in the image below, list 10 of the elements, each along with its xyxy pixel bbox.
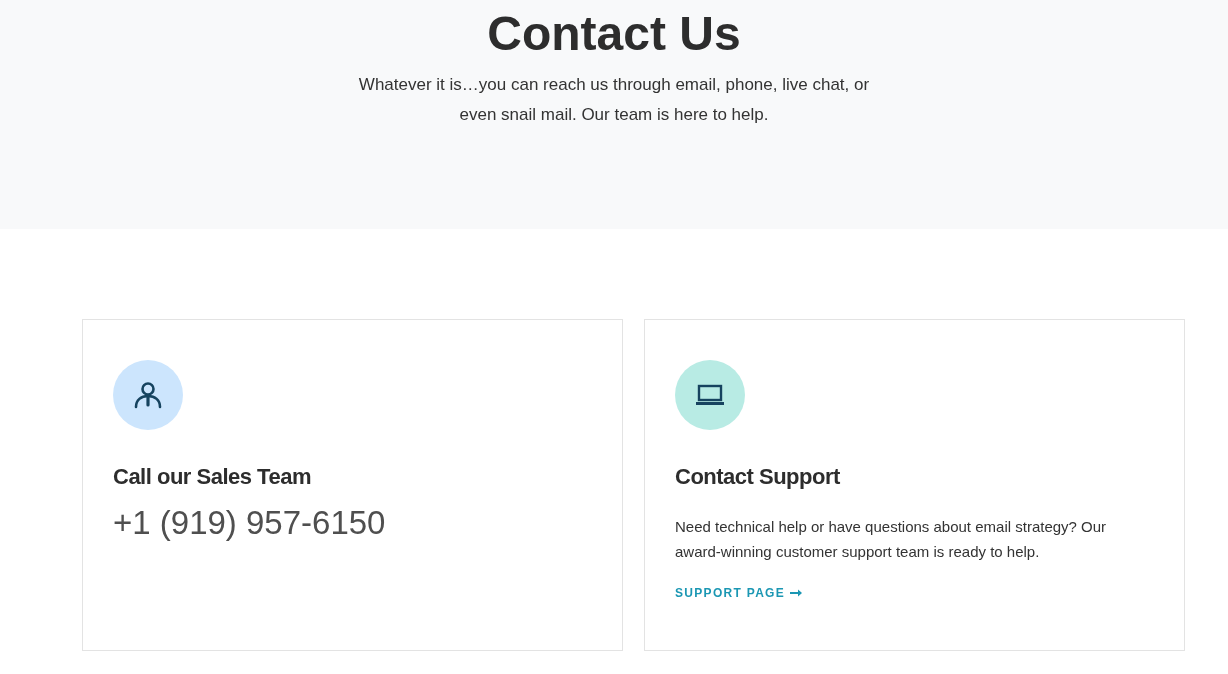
page-subtitle: Whatever it is…you can reach us through email, phone, live chat, or even snail mail. Our team is here to help. [357,74,871,126]
arrow-icon [790,589,803,597]
laptop-icon [695,384,725,406]
card-title: Contact Support [675,464,841,490]
page-title: Contact Us [487,6,741,62]
phone-number: +1 (919) 957-6150 [113,504,387,542]
person-icon [133,380,163,410]
card-title: Call our Sales Team [113,464,312,490]
card-description: Need technical help or have questions about email strategy? Our award-winning customer support team is ready to help. [675,517,1108,562]
support-page-link[interactable]: SUPPORT PAGE [675,586,803,600]
